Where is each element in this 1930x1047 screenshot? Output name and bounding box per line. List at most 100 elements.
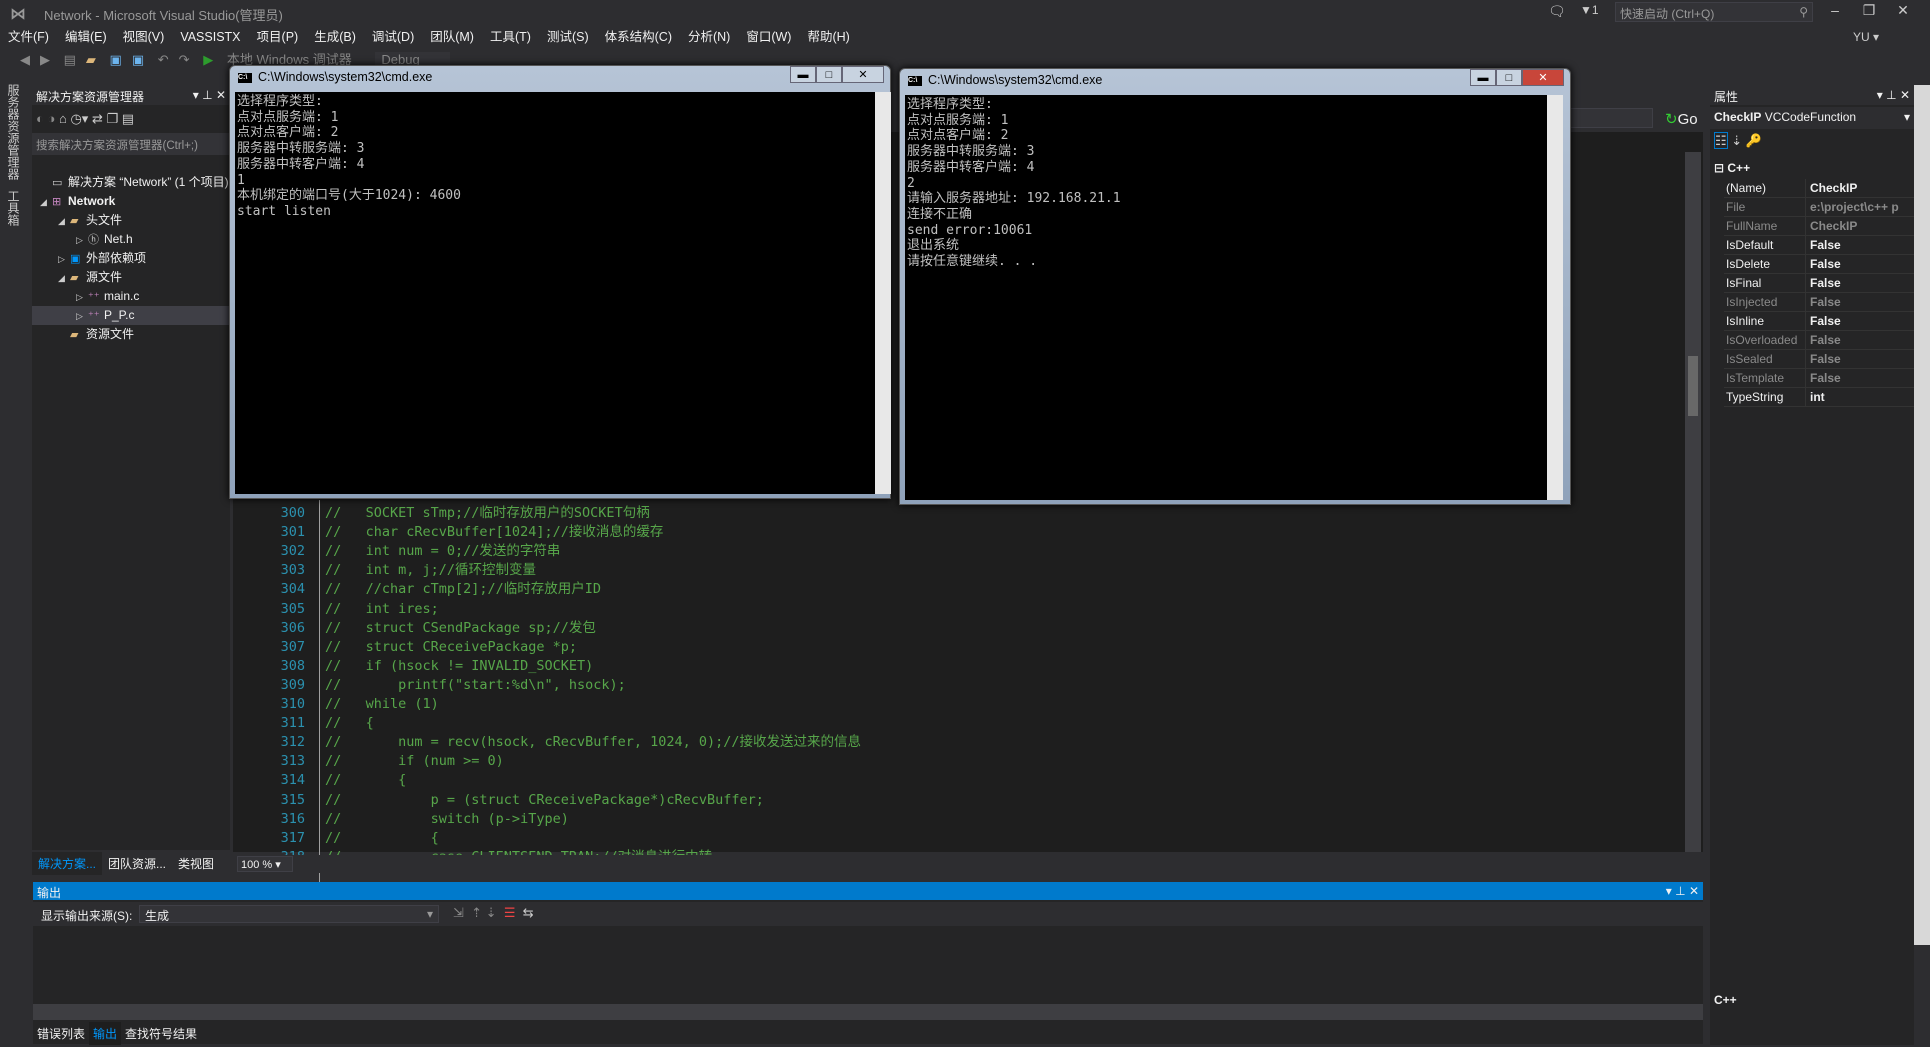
maximize-button[interactable]: □ (1496, 69, 1522, 86)
property-row[interactable]: IsSealed False (1724, 350, 1914, 369)
pending-changes-icon[interactable]: ◷▾ (70, 111, 88, 126)
property-row[interactable]: IsOverloaded False (1724, 331, 1914, 350)
cmd-scrollbar[interactable] (875, 92, 891, 494)
undo-icon[interactable]: ↶ (158, 52, 169, 67)
word-wrap-icon[interactable]: ⇆ (523, 905, 534, 920)
menu-item[interactable]: 分析(N) (680, 27, 738, 47)
menu-item[interactable]: 测试(S) (539, 27, 597, 47)
minimize-button[interactable]: ▬ (1470, 69, 1496, 86)
restore-button[interactable]: ❐ (1854, 2, 1884, 22)
cmd-window-server[interactable]: C:\ C:\Windows\system32\cmd.exe ▬ □ ✕ 选择程序类… (229, 65, 891, 499)
save-all-icon[interactable]: ▣ (132, 52, 144, 67)
tab-class-view[interactable]: 类视图 (172, 852, 220, 875)
clear-all-icon[interactable]: ☰ (504, 905, 516, 920)
feedback-icon[interactable]: 🗨 (1548, 3, 1566, 20)
menu-item[interactable]: 编辑(E) (57, 27, 115, 47)
expand-toggle-icon[interactable]: ▷ (58, 250, 70, 268)
minimize-button[interactable]: ▬ (790, 66, 816, 83)
close-button[interactable]: ✕ (1522, 69, 1564, 86)
new-project-icon[interactable]: ▤ (64, 52, 76, 67)
next-message-icon[interactable]: ⇣ (486, 905, 497, 920)
panel-controls[interactable]: ▾ ⊥ ✕ (1666, 884, 1699, 898)
zoom-select[interactable]: 100 % ▾ (237, 856, 293, 872)
tree-item[interactable]: ▷ ⁺⁺ main.c (32, 287, 230, 306)
panel-controls[interactable]: ▾ ⊥ ✕ (1877, 88, 1910, 102)
property-row[interactable]: IsInjected False (1724, 293, 1914, 312)
menu-item[interactable]: 团队(M) (422, 27, 482, 47)
tree-item[interactable]: ▷ ▣ 外部依赖项 (32, 249, 230, 268)
close-button[interactable]: ✕ (842, 66, 884, 83)
menu-item[interactable]: 窗口(W) (738, 27, 799, 47)
tree-item[interactable]: ◢ ▰ 头文件 (32, 211, 230, 230)
notification-flag[interactable]: ▼1 (1580, 3, 1599, 17)
goto-location-icon[interactable]: ⇲ (453, 905, 464, 920)
output-horizontal-scrollbar[interactable] (33, 1004, 1703, 1020)
menu-item[interactable]: 帮助(H) (799, 27, 857, 47)
property-row[interactable]: (Name) CheckIP (1724, 179, 1914, 198)
tab-find-symbol-results[interactable]: 查找符号结果 (121, 1022, 201, 1045)
menu-item[interactable]: 文件(F) (0, 27, 57, 47)
tab-output[interactable]: 输出 (89, 1022, 122, 1045)
tree-item[interactable]: ◢ ⊞ Network (32, 192, 230, 211)
menu-item[interactable]: 生成(B) (306, 27, 364, 47)
open-file-icon[interactable]: ▰ (86, 52, 96, 67)
tree-item[interactable]: ▷ ⓗ Net.h (32, 230, 230, 249)
editor-scroll-thumb[interactable] (1688, 356, 1698, 416)
categorized-icon[interactable]: ☷ (1714, 132, 1728, 149)
sync-icon[interactable]: ⇄ (92, 111, 103, 126)
property-row[interactable]: IsTemplate False (1724, 369, 1914, 388)
go-button[interactable]: ↻Go (1665, 110, 1698, 128)
property-row[interactable]: IsDefault False (1724, 236, 1914, 255)
property-row[interactable]: TypeString int (1724, 388, 1914, 407)
tree-item[interactable]: ◢ ▰ 源文件 (32, 268, 230, 287)
cmd-scrollbar[interactable] (1547, 95, 1563, 500)
property-row[interactable]: File e:\project\c++ p (1724, 198, 1914, 217)
minimize-button[interactable]: ‒ (1820, 2, 1850, 22)
server-explorer-tab[interactable]: 服务器资源管理器 (6, 84, 22, 180)
expand-toggle-icon[interactable]: ◢ (58, 212, 70, 230)
object-selector[interactable]: CheckIP VCCodeFunction ▾ (1710, 107, 1914, 129)
expand-toggle-icon[interactable]: ▷ (76, 307, 88, 325)
menu-item[interactable]: VASSISTX (172, 27, 248, 47)
menu-item[interactable]: 体系结构(C) (597, 27, 680, 47)
property-row[interactable]: IsDelete False (1724, 255, 1914, 274)
forward-icon[interactable]: ▶ (40, 52, 50, 67)
maximize-button[interactable]: □ (816, 66, 842, 83)
home-icon[interactable]: ⌂ (59, 111, 67, 126)
property-pages-icon[interactable]: 🔑 (1746, 133, 1762, 148)
expand-toggle-icon[interactable]: ◢ (40, 193, 52, 211)
close-button[interactable]: ✕ (1888, 2, 1918, 22)
solution-search-input[interactable]: 搜索解决方案资源管理器(Ctrl+;) (32, 133, 230, 155)
tab-team-explorer[interactable]: 团队资源... (102, 852, 172, 875)
expand-toggle-icon[interactable]: ◢ (58, 269, 70, 287)
expand-toggle-icon[interactable]: ▷ (76, 231, 88, 249)
tree-item[interactable]: ▭ 解决方案 “Network” (1 个项目) (32, 173, 230, 192)
toolbox-tab[interactable]: 工具箱 (6, 190, 22, 226)
editor-vertical-scrollbar[interactable] (1685, 152, 1701, 852)
output-source-select[interactable]: 生成 ▾ (139, 905, 439, 923)
back-icon[interactable]: ◐ (36, 111, 44, 126)
quick-launch-input[interactable]: 快速启动 (Ctrl+Q) ⚲ (1615, 2, 1813, 22)
panel-controls[interactable]: ▾ ⊥ ✕ (193, 88, 226, 102)
property-row[interactable]: FullName CheckIP (1724, 217, 1914, 236)
property-row[interactable]: IsFinal False (1724, 274, 1914, 293)
redo-icon[interactable]: ↷ (179, 52, 190, 67)
alphabetical-icon[interactable]: ⇣ (1731, 133, 1742, 148)
tab-error-list[interactable]: 错误列表 (33, 1022, 89, 1045)
prev-message-icon[interactable]: ⇡ (471, 905, 482, 920)
tree-item[interactable]: ▷ ⁺⁺ P_P.c (32, 306, 230, 325)
tab-solution-explorer[interactable]: 解决方案... (32, 852, 103, 875)
menu-item[interactable]: 项目(P) (249, 27, 307, 47)
category-header[interactable]: ⊟ C++ (1714, 161, 1750, 175)
tree-item[interactable]: ▰ 资源文件 (32, 325, 230, 344)
user-account[interactable]: YU ▾ (1853, 30, 1879, 44)
menu-item[interactable]: 工具(T) (482, 27, 539, 47)
back-icon[interactable]: ◀ (20, 52, 30, 67)
menu-item[interactable]: 调试(D) (364, 27, 422, 47)
property-row[interactable]: IsInline False (1724, 312, 1914, 331)
save-icon[interactable]: ▣ (110, 52, 122, 67)
properties-icon[interactable]: ▤ (122, 111, 134, 126)
menu-item[interactable]: 视图(V) (115, 27, 173, 47)
collapse-all-icon[interactable]: ❐ (106, 111, 118, 126)
cmd-window-client[interactable]: C:\ C:\Windows\system32\cmd.exe ▬ □ ✕ 选择程序类… (899, 68, 1571, 505)
